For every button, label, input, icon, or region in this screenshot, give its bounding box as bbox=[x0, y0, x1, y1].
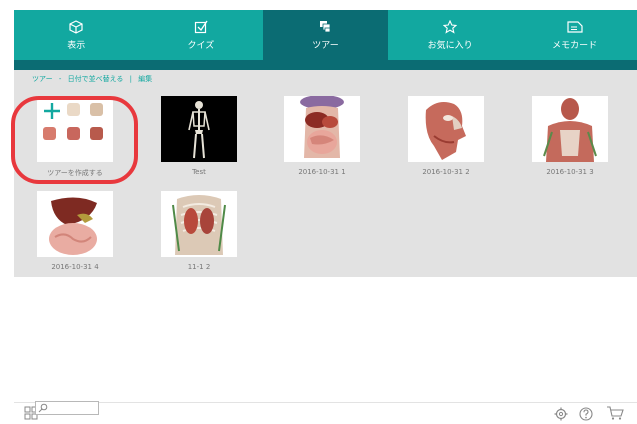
ribcage-thumbnail bbox=[161, 191, 237, 257]
skeleton-figure bbox=[188, 101, 210, 159]
breadcrumb-separator: - bbox=[58, 75, 62, 83]
breadcrumb-divider: | bbox=[129, 75, 132, 83]
tile-caption: 2016-10-31 2 bbox=[422, 168, 470, 176]
tile-caption: 2016-10-31 3 bbox=[546, 168, 594, 176]
cube-icon bbox=[69, 19, 83, 34]
checkbox-icon bbox=[194, 20, 208, 33]
ribcage-figure bbox=[172, 195, 226, 255]
tour-tile-2016-10-31-2[interactable]: 2016-10-31 2 bbox=[408, 96, 484, 176]
nav-underline bbox=[14, 60, 637, 70]
search-icon bbox=[38, 403, 48, 413]
head-thumbnail bbox=[408, 96, 484, 162]
cart-icon[interactable] bbox=[606, 406, 624, 420]
star-icon bbox=[443, 19, 458, 34]
tour-tile-2016-10-31-3[interactable]: 2016-10-31 3 bbox=[532, 96, 608, 176]
liver-intestine-figure bbox=[49, 197, 97, 255]
tour-tile-test[interactable]: Test bbox=[161, 96, 237, 176]
edit-link[interactable]: 編集 bbox=[138, 75, 152, 83]
tab-label: メモカード bbox=[552, 40, 598, 51]
tab-view[interactable]: 表示 bbox=[14, 10, 139, 60]
upper-body-thumbnail bbox=[532, 96, 608, 162]
tile-caption: 2016-10-31 4 bbox=[51, 263, 99, 271]
tour-tile-2016-10-31-1[interactable]: 2016-10-31 1 bbox=[284, 96, 360, 176]
torso-organs-figure bbox=[300, 96, 344, 158]
tab-note-cards[interactable]: メモカード bbox=[512, 10, 637, 60]
breadcrumb: ツアー - 日付で並べ替える | 編集 bbox=[32, 74, 156, 84]
tab-label: クイズ bbox=[187, 40, 215, 51]
sort-by-date-link[interactable]: 日付で並べ替える bbox=[68, 75, 124, 83]
tile-caption: Test bbox=[192, 168, 206, 176]
liver-thumbnail bbox=[37, 191, 113, 257]
annotation-circle bbox=[11, 96, 138, 184]
head-muscles-figure bbox=[425, 102, 466, 160]
tile-caption: 2016-10-31 1 bbox=[298, 168, 346, 176]
tab-quiz[interactable]: クイズ bbox=[139, 10, 264, 60]
tour-tile-2016-10-31-4[interactable]: 2016-10-31 4 bbox=[37, 191, 113, 271]
skeleton-thumbnail bbox=[161, 96, 237, 162]
note-card-icon bbox=[567, 20, 583, 33]
tab-label: ツアー bbox=[312, 40, 339, 51]
tab-label: お気に入り bbox=[427, 40, 473, 51]
app-frame: 表示 クイズ ツアー お気に入り メモカード ツアー - 日付で並べ替える | … bbox=[14, 10, 637, 424]
empty-area bbox=[14, 277, 637, 402]
tab-label: 表示 bbox=[67, 40, 86, 51]
tour-icon bbox=[320, 20, 331, 32]
search-input[interactable] bbox=[35, 401, 99, 415]
tile-caption: 11-1 2 bbox=[187, 263, 211, 271]
breadcrumb-tour: ツアー bbox=[32, 75, 53, 83]
tab-tour[interactable]: ツアー bbox=[263, 10, 388, 60]
tour-tile-11-1-2[interactable]: 11-1 2 bbox=[161, 191, 237, 271]
gear-icon[interactable] bbox=[554, 407, 568, 421]
bottom-toolbar bbox=[14, 402, 637, 424]
torso-thumbnail bbox=[284, 96, 360, 162]
upper-body-muscles-figure bbox=[543, 98, 597, 162]
help-icon[interactable] bbox=[579, 407, 593, 421]
top-navigation: 表示 クイズ ツアー お気に入り メモカード bbox=[14, 10, 637, 60]
tab-favorites[interactable]: お気に入り bbox=[388, 10, 513, 60]
